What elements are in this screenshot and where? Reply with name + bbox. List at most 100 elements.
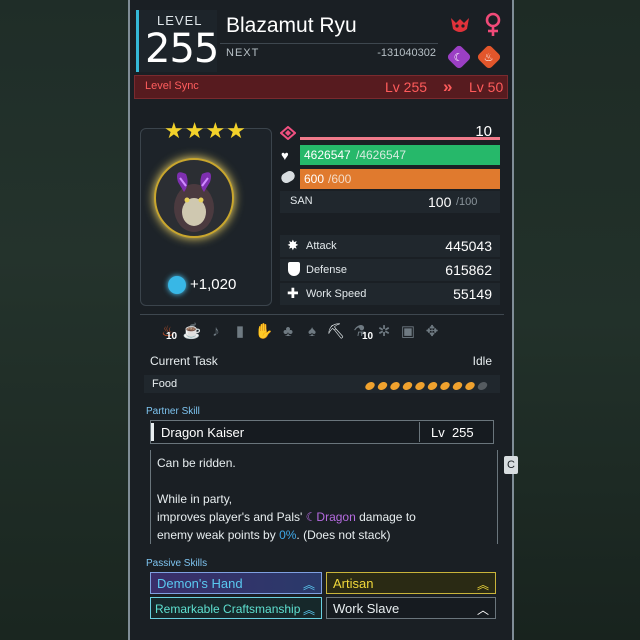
partner-skill-level: Lv 255 [431, 425, 474, 440]
heart-icon: ♥ [281, 148, 289, 163]
san-label: SAN [290, 195, 313, 207]
rarity-stars: ★★★★ [164, 118, 247, 143]
level-sync-to: Lv 50 [469, 79, 504, 95]
passive-skill-1-name: Demon's Hand [157, 576, 243, 591]
work-speed-label: Work Speed [306, 288, 367, 300]
mining-level: 10 [362, 331, 374, 342]
passive-skill-3[interactable]: Remarkable Craftsmanship ︽ [150, 597, 322, 619]
defense-label: Defense [306, 264, 347, 276]
level-box: LEVEL 255 [136, 10, 219, 72]
side-tab-button[interactable]: C [504, 456, 518, 474]
partner-skill-header[interactable]: Dragon Kaiser Lv 255 [150, 420, 494, 444]
partner-skill-marker [151, 423, 154, 441]
boss-icon [448, 14, 472, 36]
pal-detail-panel: LEVEL 255 Blazamut Ryu NEXT -131040302 ☾… [128, 0, 514, 640]
farming-icon: ✥ [425, 323, 439, 340]
cooling-icon: ✲ [377, 323, 391, 340]
food-pip [440, 382, 450, 390]
next-label: NEXT [226, 47, 260, 59]
next-exp-value: -131040302 [377, 47, 436, 59]
passive-skill-2[interactable]: Artisan ︽ [326, 572, 496, 594]
level-sync-from: Lv 255 [385, 79, 428, 95]
desc-element: Dragon [316, 510, 356, 524]
stamina-icon [279, 169, 297, 185]
food-pip [365, 382, 375, 390]
desc-line-3a: improves player's and Pals' [157, 510, 306, 524]
passive-skill-4-name: Work Slave [333, 601, 400, 616]
rank-up-icon: ︽ [477, 578, 490, 592]
food-label: Food [152, 378, 178, 390]
attack-icon: ✸ [287, 237, 299, 253]
trust-icon [279, 125, 297, 141]
transporting-icon: ▣ [400, 323, 416, 340]
passive-skill-1[interactable]: Demon's Hand ︽ [150, 572, 322, 594]
work-suitability-row: ♨ ☕ ♪ ▮ ✋ ♣ ♠ ⛏ ⚗ ✲ ▣ ✥ [156, 322, 496, 341]
shield-icon [288, 262, 300, 276]
desc-line-4: enemy weak points by 0%. (Does not stack… [157, 528, 390, 542]
desc-line-1: Can be ridden. [157, 456, 236, 470]
mining-icon: ⛏ [326, 323, 346, 340]
current-task-value: Idle [472, 354, 492, 368]
pal-portrait [154, 158, 234, 238]
desc-line-2: While in party, [157, 492, 233, 506]
desc-line-3b: damage to [355, 510, 416, 524]
passive-skill-2-name: Artisan [333, 576, 374, 591]
food-pip [427, 382, 438, 390]
handiwork-icon: ✋ [254, 323, 274, 340]
food-pip [390, 382, 400, 390]
food-meter [364, 379, 494, 391]
level-sync-bar: Level Sync Lv 255 » Lv 50 [134, 75, 508, 99]
dragon-element-icon: ☾ [446, 44, 472, 70]
san-current: 100 [428, 194, 452, 210]
partner-skill-description: Can be ridden. While in party, improves … [150, 450, 498, 544]
level-sync-label: Level Sync [145, 80, 199, 92]
food-pip [465, 382, 475, 390]
lumbering-icon: ♠ [308, 323, 316, 340]
hp-max: /4626547 [356, 148, 407, 162]
trust-value: 10 [475, 123, 492, 140]
section-divider [140, 314, 504, 315]
partner-skill-label: Partner Skill [146, 406, 200, 417]
female-icon [482, 12, 504, 38]
partner-skill-name: Dragon Kaiser [161, 425, 245, 440]
background-right [514, 0, 640, 640]
planting-icon: ♪ [212, 323, 220, 340]
double-chevron-right-icon: » [443, 77, 453, 96]
passive-skills-label: Passive Skills [146, 558, 208, 569]
level-number: 255 [145, 26, 219, 72]
desc-percent: 0% [279, 528, 297, 542]
food-pip [415, 382, 425, 390]
stamina-max: /600 [328, 172, 352, 186]
electricity-icon: ▮ [235, 323, 245, 340]
food-pip [477, 382, 488, 390]
current-task-label: Current Task [150, 354, 218, 368]
work-speed-value: 55149 [453, 286, 492, 302]
desc-line-4a: enemy weak points by [157, 528, 280, 542]
passive-skill-4[interactable]: Work Slave ︿ [326, 597, 496, 619]
work-speed-icon: ✚ [287, 285, 299, 301]
kindling-level: 10 [166, 331, 178, 342]
background-left [0, 0, 128, 640]
gathering-icon: ♣ [283, 323, 293, 340]
attack-label: Attack [306, 240, 337, 252]
fire-element-icon: ♨ [476, 44, 502, 70]
header-divider [220, 43, 438, 44]
soul-icon [168, 276, 186, 294]
watering-icon: ☕ [182, 323, 202, 340]
passive-skill-3-name: Remarkable Craftsmanship [155, 602, 301, 616]
attack-value: 445043 [445, 238, 492, 254]
san-max: /100 [456, 196, 478, 208]
food-pip [402, 382, 413, 390]
desc-line-4b: . (Does not stack) [296, 528, 391, 542]
stamina-current: 600 [304, 172, 325, 186]
hp-current: 4626547 [304, 148, 351, 162]
dragon-element-inline-icon: ☾ [305, 510, 317, 524]
rank-up-icon: ︽ [303, 603, 316, 617]
rank-icon: ︿ [477, 603, 490, 617]
food-pip [452, 382, 463, 390]
desc-line-3: improves player's and Pals' ☾Dragon dama… [157, 510, 416, 524]
rank-up-icon: ︽ [303, 578, 316, 592]
soul-bonus: +1,020 [190, 276, 237, 293]
pal-name: Blazamut Ryu [226, 14, 357, 37]
food-pip [377, 382, 388, 390]
